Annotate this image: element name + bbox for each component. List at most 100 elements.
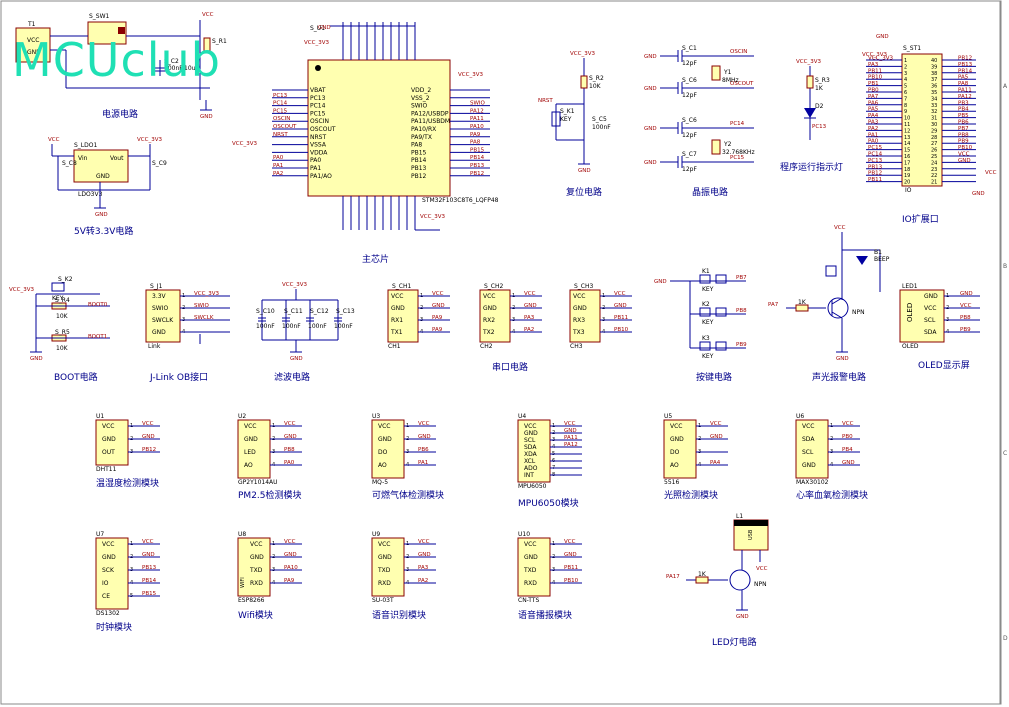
- usb-light-label: USB: [748, 529, 754, 540]
- module-part: SU-03T: [372, 597, 394, 604]
- c10-value: 100nF: [256, 323, 275, 330]
- module-pin-net: VCC: [564, 421, 576, 427]
- module-pin-label: TXD: [377, 567, 391, 574]
- r2-ref: S_R2: [589, 75, 604, 82]
- io-pin-number: 27: [931, 141, 937, 147]
- filter-gnd: GND: [290, 356, 303, 362]
- serial-pin-net: VCC: [432, 291, 444, 297]
- mcu-vcc33-right: VCC_3V3: [458, 72, 483, 78]
- crystal-cap-value: 12pF: [682, 132, 697, 139]
- module-pin-label: DO: [378, 449, 388, 456]
- module-pin-net: PB12: [142, 447, 156, 453]
- serial-pin-net: PB11: [614, 315, 628, 321]
- mcu-pin-label: NRST: [310, 134, 326, 141]
- ledlight-title: LED灯电路: [712, 636, 757, 648]
- module-pin-net: VCC: [842, 421, 854, 427]
- oled-pin-label: GND: [924, 293, 938, 300]
- key-ref: K3: [702, 335, 710, 342]
- io-right-net: PA5: [958, 75, 969, 81]
- zone-label-d: D: [1003, 635, 1008, 642]
- power-gnd-net: GND: [200, 114, 213, 120]
- io-vcc33-top: VCC_3V3: [862, 52, 887, 58]
- filter-vcc33: VCC_3V3: [282, 282, 307, 288]
- c8-ref: S_C8: [62, 160, 77, 167]
- module-pin-label: GND: [524, 430, 538, 437]
- io-pin-number: 39: [931, 64, 937, 70]
- st1-ref: S_ST1: [903, 45, 921, 52]
- module-ref: U2: [238, 413, 246, 420]
- mcu-pin-label: PA10/RX: [411, 126, 436, 133]
- t1-ref: T1: [27, 21, 36, 28]
- module-title: MPU6050模块: [518, 497, 579, 509]
- mcu-pin-net: PA2: [273, 171, 283, 177]
- io-pin-number: 26: [931, 148, 937, 154]
- ldo-vcc33-net: VCC_3V3: [137, 137, 162, 143]
- module-pin-net: GND: [564, 428, 577, 434]
- module-ref: U10: [518, 531, 530, 538]
- alarm-r-value: 1K: [798, 299, 807, 306]
- boot-gnd: GND: [30, 356, 43, 362]
- serial-circuit: S_CH1VCC 1 VCCGND 2 GNDRX1 3 PA9TX1 4 PA9CH1S_CH…: [387, 283, 632, 373]
- mcu-pin-label: VBAT: [310, 87, 326, 94]
- module-pin-label: LED: [244, 449, 256, 456]
- module-pin-net: PA2: [418, 578, 428, 584]
- boot-vcc33: VCC_3V3: [9, 287, 34, 293]
- mcu-block: S_U1 STM32F103C8T6_LQFP48 VBATPC13PC13PC…: [232, 22, 499, 265]
- io-left-net: PB0: [868, 88, 879, 94]
- oled-pin-net: PB8: [960, 315, 971, 321]
- module-part: MPU6050: [518, 483, 547, 490]
- schematic-sheet: A B C D T1 VCC GND S_SW1 VCC S_R1 S_C2 1…: [0, 0, 1008, 705]
- serial-part: CH1: [388, 343, 401, 350]
- mcu-pin-net: PA0: [273, 155, 284, 161]
- module-pin-net: GND: [142, 552, 155, 558]
- module-ref: U8: [238, 531, 246, 538]
- mcu-pin-label: VSS_2: [411, 95, 430, 102]
- runled-vcc33: VCC_3V3: [796, 59, 821, 65]
- jlink-pin-net: VCC_3V3: [194, 291, 219, 297]
- keys-title: 按键电路: [696, 371, 732, 383]
- module-pin-label: IO: [102, 580, 109, 587]
- c10-ref: S_C10: [256, 308, 275, 315]
- reset-circuit: VCC_3V3 S_R2 10K NRST S_K1 KEY S_C5 100n…: [538, 51, 611, 198]
- module-pin-label: VCC: [250, 541, 262, 548]
- module-pin-label: OUT: [102, 449, 115, 456]
- k2-ref: S_K2: [58, 276, 73, 283]
- mcu-pin-label: PC14: [310, 103, 326, 110]
- io-left-net: PA3: [868, 62, 879, 68]
- module-pin-net: VCC: [564, 539, 576, 545]
- io-right-net: PB4: [958, 107, 969, 113]
- module-pin-net: VCC: [142, 421, 154, 427]
- mcu-pin-label: PC15: [310, 110, 326, 117]
- io-pin-number: 4: [904, 77, 907, 83]
- module-pin-label: VCC: [524, 423, 536, 430]
- mcu-top-vcc33: VCC_3V3: [304, 40, 329, 46]
- io-pin-number: 2: [904, 64, 907, 70]
- module-pin-label: GND: [102, 436, 116, 443]
- io-right-net: PB12: [958, 56, 972, 62]
- oled-pin-net: GND: [960, 291, 973, 297]
- module-pin-label: INT: [524, 472, 534, 479]
- boot-key-icon: [51, 282, 65, 292]
- crystal-title: 晶振电路: [692, 186, 728, 198]
- module-part: ESP8266: [238, 597, 265, 604]
- zone-label-a: A: [1003, 83, 1008, 90]
- mcu-pin-net: PC15: [273, 108, 288, 114]
- io-right-net: PB9: [958, 139, 969, 145]
- c11-ref: S_C11: [284, 308, 303, 315]
- ledlight-pa17: PA17: [666, 574, 680, 580]
- zone-label-c: C: [1003, 450, 1007, 457]
- ldo-title: 5V转3.3V电路: [74, 225, 133, 237]
- mcu-pin-net: PA12: [470, 108, 484, 114]
- module-pin-label: RXD: [378, 580, 391, 587]
- module-pin-label: XDA: [524, 451, 538, 458]
- io-right-net: PB14: [958, 68, 973, 74]
- oled-ref: LED1: [902, 283, 918, 290]
- serial-pin-net: GND: [614, 303, 627, 309]
- serial-pin-net: VCC: [614, 291, 626, 297]
- module-pin-label: ADO: [524, 465, 538, 472]
- module-part: GP2Y1014AU: [238, 479, 278, 486]
- module-pin-net: GND: [418, 434, 431, 440]
- module-pin-net: PA3: [418, 565, 429, 571]
- io-left-net: PA3: [868, 120, 879, 126]
- power-vcc-net: VCC: [202, 12, 214, 18]
